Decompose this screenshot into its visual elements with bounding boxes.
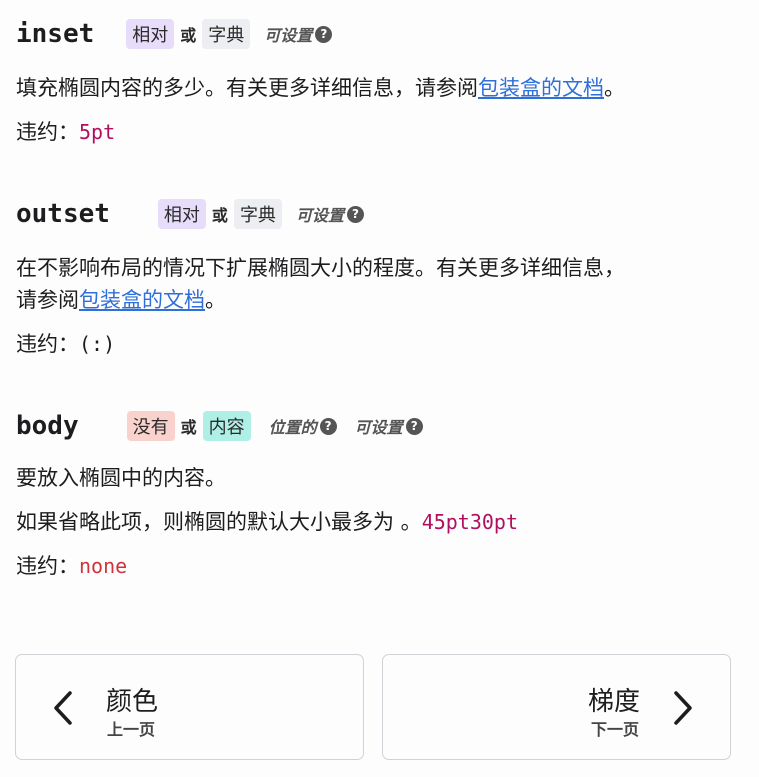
- settable-flag: 可设置 ?: [296, 202, 364, 226]
- default-label: 违约：: [16, 554, 79, 578]
- type-dictionary-pill[interactable]: 字典: [202, 19, 251, 49]
- param-name: inset: [16, 19, 95, 49]
- settable-label: 可设置: [264, 26, 313, 45]
- param-inset: inset 相对 或 字典 可设置 ? 填充椭圆内容的多少。有关更多详细信息，请…: [16, 18, 743, 148]
- help-icon[interactable]: ?: [346, 205, 364, 223]
- note-code: 45pt30pt: [421, 510, 519, 534]
- description-end: 。: [205, 288, 226, 312]
- or-separator: 或: [180, 418, 197, 437]
- help-icon[interactable]: ?: [319, 417, 337, 435]
- default-value: none: [79, 554, 128, 578]
- param-description: 填充椭圆内容的多少。有关更多详细信息，请参阅包装盒的文档。: [16, 72, 743, 104]
- param-default: 违约：none: [16, 550, 743, 582]
- param-default: 违约：5pt: [16, 116, 743, 148]
- type-content-pill[interactable]: 内容: [202, 411, 251, 441]
- description-text: 填充椭圆内容的多少。有关更多详细信息，请参阅: [16, 76, 478, 100]
- positional-label: 位置的: [268, 418, 317, 437]
- positional-flag: 位置的 ?: [269, 414, 337, 438]
- param-header: body 没有 或 内容 位置的 ? 可设置 ?: [16, 410, 743, 442]
- note-text: 如果省略此项，则椭圆的默认大小最多为 。: [16, 510, 422, 534]
- default-value: 5pt: [79, 120, 116, 144]
- help-icon[interactable]: ?: [315, 25, 333, 43]
- chevron-left-icon: [54, 691, 72, 725]
- next-page-button[interactable]: 梯度 下一页: [382, 654, 731, 760]
- param-default: 违约：(:): [16, 328, 743, 360]
- param-header: outset 相对 或 字典 可设置 ?: [16, 198, 743, 230]
- type-dictionary-pill[interactable]: 字典: [233, 199, 282, 229]
- default-label: 违约：: [16, 120, 79, 144]
- next-page-label: 下一页: [590, 720, 639, 739]
- default-label: 违约：: [16, 332, 79, 356]
- type-relative-pill[interactable]: 相对: [126, 19, 175, 49]
- param-header: inset 相对 或 字典 可设置 ?: [16, 18, 743, 50]
- previous-page-title: 颜色: [106, 687, 159, 717]
- param-name: outset: [16, 199, 110, 229]
- or-separator: 或: [180, 26, 197, 45]
- description-end: 。: [604, 76, 625, 100]
- previous-page-label: 上一页: [107, 720, 156, 739]
- param-description: 要放入椭圆中的内容。: [16, 466, 226, 490]
- settable-label: 可设置: [354, 418, 403, 437]
- previous-page-button[interactable]: 颜色 上一页: [15, 654, 364, 760]
- default-value: (:): [79, 332, 116, 356]
- box-docs-link[interactable]: 包装盒的文档: [478, 76, 604, 100]
- param-body: body 没有 或 内容 位置的 ? 可设置 ? 要放入椭圆中的内容。 如果省略…: [16, 410, 743, 582]
- description-text-2: 请参阅: [16, 288, 79, 312]
- help-icon[interactable]: ?: [405, 417, 423, 435]
- param-outset: outset 相对 或 字典 可设置 ? 在不影响布局的情况下扩展椭圆大小的程度…: [16, 198, 743, 360]
- chevron-right-icon: [674, 691, 692, 725]
- type-none-pill[interactable]: 没有: [126, 411, 175, 441]
- settable-label: 可设置: [295, 206, 344, 225]
- param-description: 在不影响布局的情况下扩展椭圆大小的程度。有关更多详细信息， 请参阅包装盒的文档。: [16, 252, 743, 316]
- or-separator: 或: [211, 206, 228, 225]
- next-page-title: 梯度: [587, 687, 640, 717]
- param-name: body: [16, 411, 79, 441]
- type-relative-pill[interactable]: 相对: [157, 199, 206, 229]
- description-text: 在不影响布局的情况下扩展椭圆大小的程度。有关更多详细信息，: [16, 256, 625, 280]
- box-docs-link[interactable]: 包装盒的文档: [79, 288, 205, 312]
- settable-flag: 可设置 ?: [355, 414, 423, 438]
- param-note: 如果省略此项，则椭圆的默认大小最多为 。45pt30pt: [16, 506, 743, 538]
- settable-flag: 可设置 ?: [264, 22, 333, 46]
